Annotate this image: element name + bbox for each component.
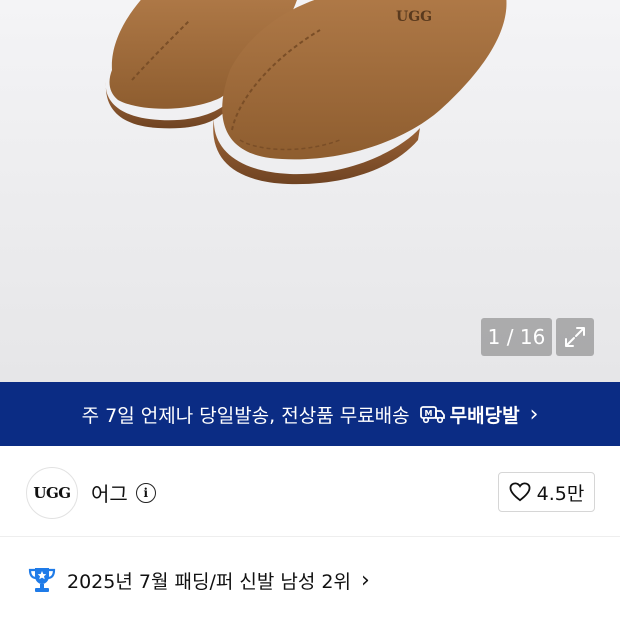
brand-link[interactable]: 어그 i [91,478,156,507]
ranking-text: 2025년 7월 패딩/퍼 신발 남성 2위 [67,570,351,593]
svg-text:M: M [424,409,432,418]
shoe-logo: UGG [396,9,432,25]
info-icon[interactable]: i [135,482,156,503]
banner-chevron: › [529,401,539,427]
heart-icon [509,482,531,502]
like-button[interactable]: 4.5만 [498,472,595,512]
brand-logo[interactable]: UGG [26,467,78,519]
image-counter: 1 / 16 [481,318,552,356]
delivery-badge: M 무배당발 [419,401,520,428]
product-image-carousel[interactable]: UGG 1 / 16 [0,0,620,382]
brand-name: 어그 [91,482,128,506]
delivery-badge-label: 무배당발 [449,404,520,427]
brand-logo-text: UGG [33,484,71,502]
ranking-link[interactable]: 2025년 7월 패딩/퍼 신발 남성 2위 › [27,566,370,594]
ranking-chevron: › [360,567,370,593]
expand-icon [565,327,585,347]
trophy-icon [28,568,56,592]
expand-button[interactable] [556,318,594,356]
delivery-truck-icon: M [419,406,445,424]
banner-text: 주 7일 언제나 당일발송, 전상품 무료배송 [81,404,410,427]
shipping-banner[interactable]: 주 7일 언제나 당일발송, 전상품 무료배송 M 무배당발 › [0,382,620,446]
like-count: 4.5만 [536,482,585,505]
